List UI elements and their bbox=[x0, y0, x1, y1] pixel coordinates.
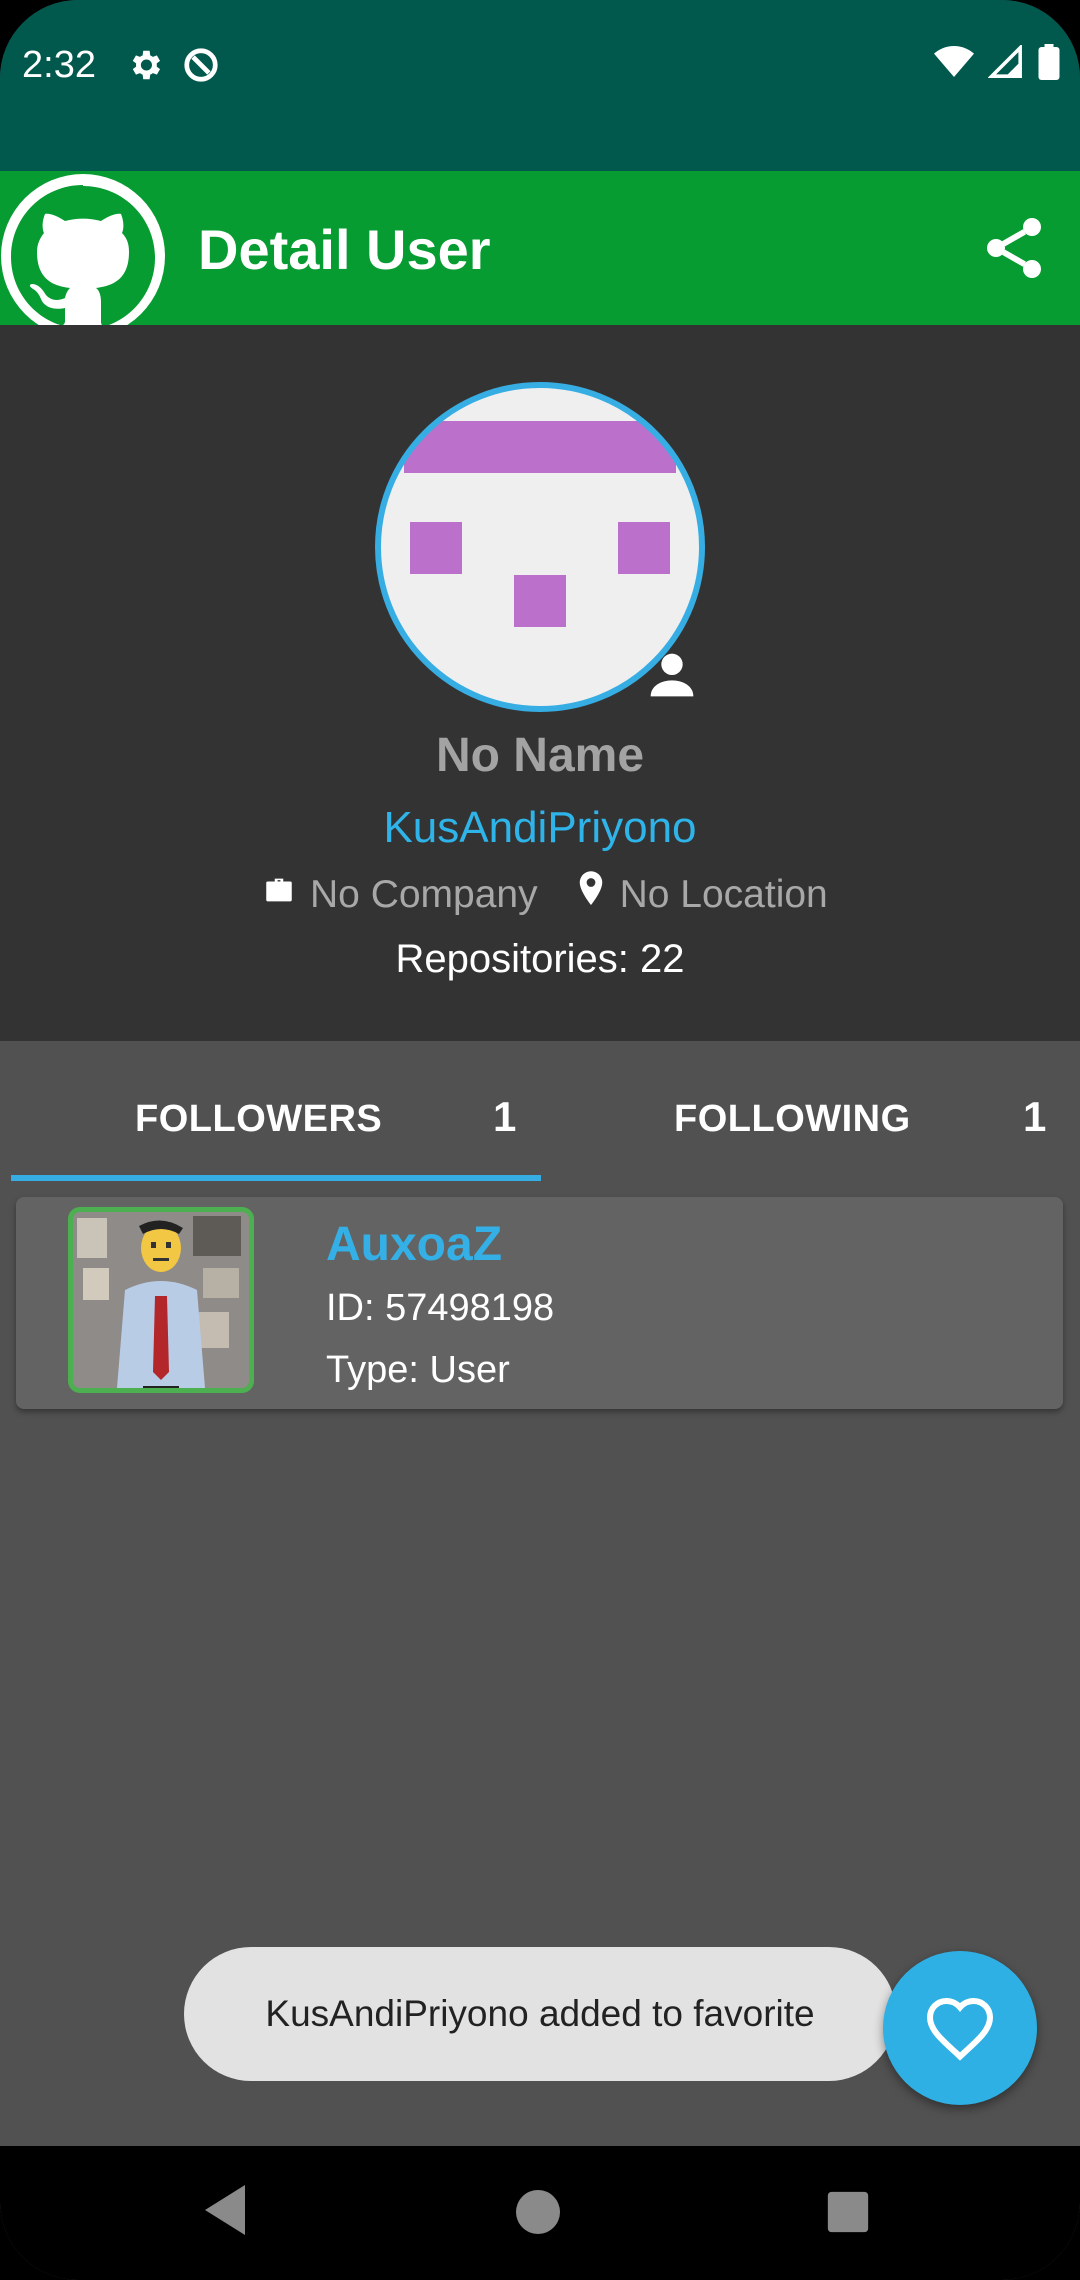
favorite-button[interactable] bbox=[883, 1951, 1037, 2105]
share-icon bbox=[987, 218, 1041, 278]
heart-icon bbox=[926, 1997, 994, 2061]
location-pin-icon bbox=[576, 871, 606, 919]
screen: 2:32 Detail User No Name KusAndiPriyono … bbox=[0, 0, 1080, 2280]
location-label: No Location bbox=[619, 873, 828, 916]
settings-gear-icon bbox=[132, 50, 161, 80]
home-button[interactable] bbox=[514, 2188, 562, 2241]
github-logo-icon bbox=[0, 171, 166, 325]
tab-following[interactable]: FOLLOWING 1 bbox=[541, 1041, 1080, 1191]
person-icon bbox=[640, 643, 704, 707]
snackbar-message: KusAndiPriyono added to favorite bbox=[184, 1947, 896, 2081]
back-button[interactable] bbox=[200, 2180, 250, 2245]
list-item[interactable]: AuxoaZ ID: 57498198 Type: User bbox=[16, 1197, 1063, 1409]
tab-indicator bbox=[11, 1175, 541, 1181]
profile-meta: No Company No Location bbox=[262, 871, 828, 919]
data-saver-icon bbox=[184, 48, 218, 82]
wifi-icon bbox=[934, 46, 974, 77]
back-triangle-icon bbox=[205, 2185, 245, 2235]
status-time: 2:32 bbox=[22, 44, 96, 86]
tab-bar: FOLLOWERS 1 FOLLOWING 1 bbox=[0, 1041, 1080, 1191]
profile-name: No Name bbox=[435, 729, 645, 782]
tab-following-count: 1 bbox=[1023, 1093, 1047, 1140]
status-bar: 2:32 bbox=[0, 0, 1080, 171]
company-label: No Company bbox=[310, 873, 538, 916]
profile-username: KusAndiPriyono bbox=[383, 803, 697, 852]
follower-login: AuxoaZ bbox=[326, 1218, 503, 1271]
tab-followers-label: FOLLOWERS bbox=[135, 1098, 383, 1140]
battery-icon bbox=[1038, 44, 1060, 80]
share-button[interactable] bbox=[978, 212, 1050, 284]
follower-type: Type: User bbox=[326, 1349, 510, 1391]
home-circle-icon bbox=[516, 2190, 560, 2234]
recents-square-icon bbox=[827, 2191, 869, 2233]
tab-followers-count: 1 bbox=[493, 1093, 517, 1140]
status-icons-left bbox=[126, 46, 220, 84]
recents-button[interactable] bbox=[826, 2190, 870, 2239]
repositories-count: Repositories: 22 bbox=[395, 937, 685, 981]
page-title: Detail User bbox=[198, 218, 491, 281]
profile-header: No Name KusAndiPriyono No Company No Loc… bbox=[0, 325, 1080, 1041]
follower-avatar bbox=[68, 1207, 254, 1393]
tab-followers[interactable]: FOLLOWERS 1 bbox=[11, 1041, 541, 1191]
briefcase-icon bbox=[262, 873, 296, 917]
navigation-bar bbox=[0, 2146, 1080, 2280]
cell-signal-icon bbox=[988, 45, 1022, 78]
status-icons-right bbox=[934, 44, 1060, 80]
tab-following-label: FOLLOWING bbox=[674, 1098, 911, 1140]
app-bar: Detail User bbox=[0, 171, 1080, 325]
follower-id: ID: 57498198 bbox=[326, 1287, 555, 1329]
